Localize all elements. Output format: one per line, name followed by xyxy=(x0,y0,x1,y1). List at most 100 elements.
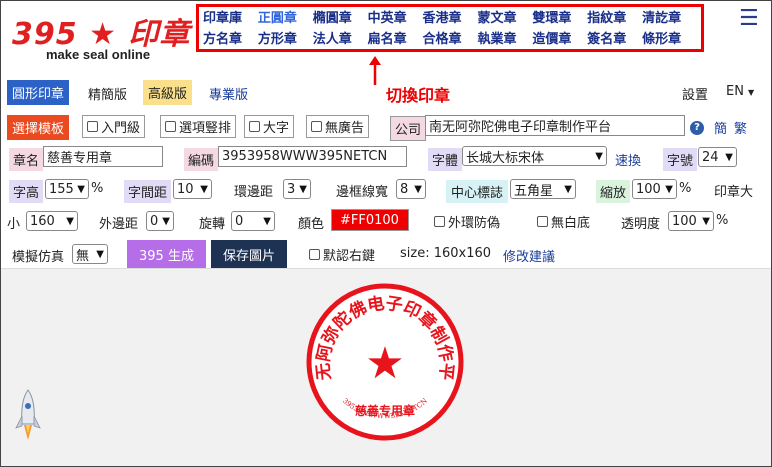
border-width-label: 邊框線寬 xyxy=(336,185,389,200)
seal-size-select[interactable]: 160 ▼ xyxy=(26,211,78,231)
tab-simple[interactable]: 精簡版 xyxy=(88,84,127,103)
company-label: 公司 xyxy=(390,116,427,141)
code-input[interactable]: 3953958WWW395NETCN xyxy=(218,146,407,167)
hamburger-menu-icon[interactable]: ☰ xyxy=(739,8,759,30)
simulate-select[interactable]: 無 ▼ xyxy=(72,244,108,264)
nav-item-settled-seal[interactable]: 清訖章 xyxy=(642,9,697,28)
size-info: size: 160x160 xyxy=(400,246,492,261)
seal-preview-image[interactable]: 南无阿弥陀佛电子印章制作平台 ★ 慈善专用章 3953958WWW395NETC… xyxy=(305,282,465,442)
zoom-label: 縮放 xyxy=(596,180,631,203)
center-symbol-label: 中心標誌 xyxy=(446,180,509,203)
default-right-click-checkbox[interactable]: 默認右鍵 xyxy=(309,245,375,264)
checkbox-box xyxy=(87,121,98,132)
simplified-link[interactable]: 簡 xyxy=(714,118,727,137)
chevron-down-icon: ▼ xyxy=(66,215,74,227)
chevron-down-icon: ▼ xyxy=(665,183,673,195)
char-spacing-label: 字間距 xyxy=(124,180,172,203)
zoom-value: 100 xyxy=(636,181,661,197)
nav-item-legal-person-seal[interactable]: 法人章 xyxy=(313,30,368,49)
anti-fake-ring-checkbox[interactable]: 外環防偽 xyxy=(434,212,500,231)
no-white-bg-label: 無白底 xyxy=(551,216,591,231)
nav-item-practice-seal[interactable]: 執業章 xyxy=(477,30,532,49)
nav-item-round-seal[interactable]: 正圓章 xyxy=(258,9,313,28)
nav-item-cn-en-seal[interactable]: 中英章 xyxy=(368,9,423,28)
chevron-down-icon: ▼ xyxy=(564,183,572,195)
nav-item-barcode-seal[interactable]: 條形章 xyxy=(642,30,697,49)
rotate-value: 0 xyxy=(235,213,244,229)
code-label: 編碼 xyxy=(184,148,219,171)
font-value: 长城大标宋体 xyxy=(466,150,545,166)
no-ads-label: 無廣告 xyxy=(325,121,365,136)
seal-size-label: 印章大 xyxy=(714,185,754,200)
no-white-bg-checkbox[interactable]: 無白底 xyxy=(537,212,590,231)
center-symbol-select[interactable]: 五角星 ▼ xyxy=(510,179,576,199)
seal-name-label: 章名 xyxy=(9,148,44,171)
generate-button[interactable]: 395 生成 xyxy=(127,240,206,269)
zoom-select[interactable]: 100 ▼ xyxy=(632,179,677,199)
rocket-icon[interactable] xyxy=(14,388,42,446)
settings-link[interactable]: 設置 xyxy=(682,84,708,103)
chevron-down-icon: ▼ xyxy=(725,151,733,163)
checkbox-box xyxy=(249,121,260,132)
anti-fake-ring-label: 外環防偽 xyxy=(448,216,501,231)
char-spacing-value: 10 xyxy=(177,181,194,197)
choose-template-button[interactable]: 選擇模板 xyxy=(7,115,70,140)
nav-item-double-ring-seal[interactable]: 雙環章 xyxy=(532,9,587,28)
big-char-checkbox[interactable]: 大字 xyxy=(244,115,295,138)
char-spacing-select[interactable]: 10 ▼ xyxy=(173,179,212,199)
tab-pro[interactable]: 專業版 xyxy=(209,84,248,103)
font-size-select[interactable]: 24 ▼ xyxy=(698,147,737,167)
nav-item-signature-seal[interactable]: 簽名章 xyxy=(587,30,642,49)
rotate-label: 旋轉 xyxy=(199,217,226,232)
language-select[interactable]: EN ▼ xyxy=(726,84,754,99)
no-ads-checkbox[interactable]: 無廣告 xyxy=(306,115,370,138)
font-size-value: 24 xyxy=(702,149,719,165)
default-right-click-label: 默認右鍵 xyxy=(323,249,376,264)
char-height-select[interactable]: 155 ▼ xyxy=(45,179,89,199)
nav-item-mongolian-seal[interactable]: 蒙文章 xyxy=(477,9,532,28)
save-image-button[interactable]: 保存圖片 xyxy=(211,240,288,269)
nav-item-hk-seal[interactable]: 香港章 xyxy=(423,9,478,28)
seal-name-input[interactable]: 慈善专用章 xyxy=(43,146,163,167)
help-icon[interactable]: ? xyxy=(690,120,704,135)
tab-advanced[interactable]: 高級版 xyxy=(143,80,193,105)
outer-margin-label: 外邊距 xyxy=(99,217,139,232)
ring-margin-value: 3 xyxy=(287,181,296,197)
arrow-up-icon xyxy=(369,56,381,85)
seal-size-value: 160 xyxy=(30,213,55,229)
nav-item-qualified-seal[interactable]: 合格章 xyxy=(423,30,478,49)
font-size-label: 字號 xyxy=(663,148,698,171)
chevron-down-icon: ▼ xyxy=(77,183,85,195)
traditional-link[interactable]: 繁 xyxy=(734,118,747,137)
checkbox-box xyxy=(537,216,548,227)
border-width-select[interactable]: 8 ▼ xyxy=(396,179,426,199)
ring-margin-select[interactable]: 3 ▼ xyxy=(283,179,311,199)
company-input[interactable]: 南无阿弥陀佛电子印章制作平台 xyxy=(425,115,685,136)
tab-round-seal[interactable]: 圓形印章 xyxy=(7,80,70,105)
nav-item-cost-seal[interactable]: 造價章 xyxy=(532,30,587,49)
color-input[interactable]: #FF0100 xyxy=(331,209,409,231)
site-logo[interactable]: 395 ★ 印章 make seal online xyxy=(12,9,189,65)
nav-item-square-seal[interactable]: 方形章 xyxy=(258,30,313,49)
switch-seal-annotation: 切換印章 xyxy=(386,86,451,105)
simulate-value: 無 xyxy=(76,248,90,264)
percent-sign: % xyxy=(679,181,692,196)
outer-margin-select[interactable]: 0 ▼ xyxy=(146,211,174,231)
nav-item-seal-library[interactable]: 印章庫 xyxy=(203,9,258,28)
percent-sign: % xyxy=(716,213,729,228)
rotate-select[interactable]: 0 ▼ xyxy=(231,211,275,231)
nav-item-fingerprint-seal[interactable]: 指紋章 xyxy=(587,9,642,28)
seal-type-nav: 印章庫 正圓章 橢圓章 中英章 香港章 蒙文章 雙環章 指紋章 清訖章 方名章 … xyxy=(196,4,704,52)
nav-item-square-name-seal[interactable]: 方名章 xyxy=(203,30,258,49)
checkbox-box xyxy=(309,249,320,260)
nav-item-flat-name-seal[interactable]: 扁名章 xyxy=(368,30,423,49)
font-select[interactable]: 长城大标宋体 ▼ xyxy=(462,146,607,166)
opacity-select[interactable]: 100 ▼ xyxy=(668,211,714,231)
chevron-down-icon: ▼ xyxy=(299,183,307,195)
vertical-options-checkbox[interactable]: 選項豎排 xyxy=(160,115,237,138)
nav-item-oval-seal[interactable]: 橢圓章 xyxy=(313,9,368,28)
chevron-down-icon: ▼ xyxy=(595,150,603,162)
beginner-checkbox[interactable]: 入門級 xyxy=(82,115,146,138)
suggestion-link[interactable]: 修改建議 xyxy=(503,246,555,265)
quick-switch-link[interactable]: 速換 xyxy=(615,150,641,169)
